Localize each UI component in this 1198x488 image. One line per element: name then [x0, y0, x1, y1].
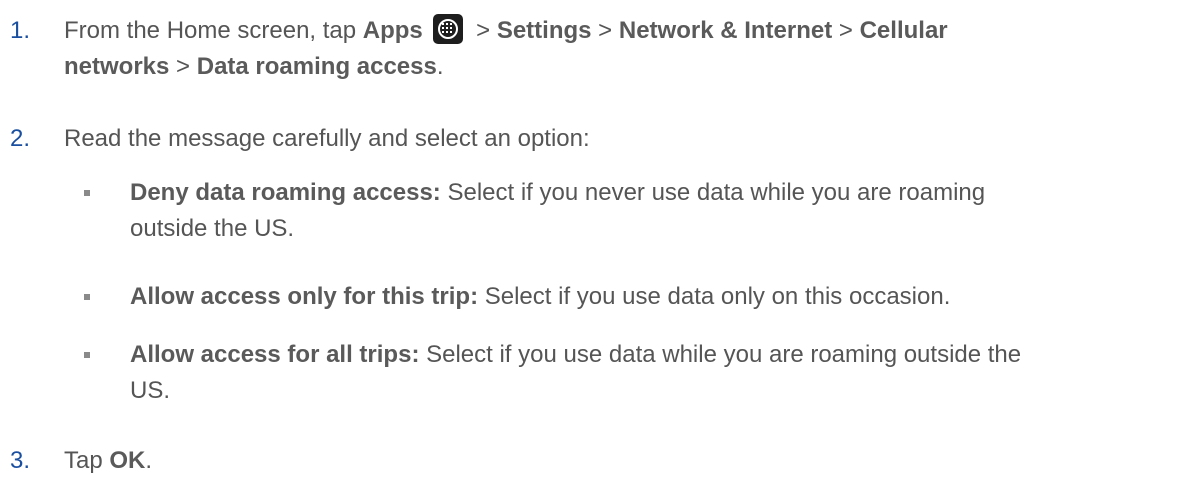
- option-label: Allow access only for this trip:: [130, 283, 479, 310]
- option-description: Select if you use data only on this occa…: [478, 283, 951, 310]
- step-number: 2.: [10, 125, 31, 152]
- cellular-label: Cellular: [859, 17, 948, 44]
- option-label: Deny data roaming access:: [130, 179, 441, 206]
- list-item: Deny data roaming access: Select if you …: [0, 176, 1198, 256]
- option-label: Allow access for all trips:: [130, 341, 420, 368]
- list-item: Allow access only for this trip: Select …: [0, 280, 1198, 320]
- option-description-continued: US.: [130, 377, 171, 404]
- option-description-continued: outside the US.: [130, 215, 295, 242]
- list-item: Allow access for all trips: Select if yo…: [0, 338, 1198, 418]
- apps-label: Apps: [362, 17, 423, 44]
- network-label: Network & Internet: [618, 17, 833, 44]
- settings-label: Settings: [496, 17, 592, 44]
- step-number: 1.: [10, 17, 31, 44]
- apps-grid-icon: [433, 14, 464, 44]
- ok-label: OK: [109, 447, 146, 474]
- bullet-icon: [84, 190, 90, 196]
- bullet-icon: [84, 352, 90, 358]
- option-description: Select if you never use data while you a…: [440, 179, 986, 206]
- step-text: Read the message carefully and select an…: [64, 125, 590, 152]
- option-description: Select if you use data while you are roa…: [419, 341, 1022, 368]
- step-number: 3.: [10, 447, 31, 474]
- instructions-document: 1. From the Home screen, tap Apps > Sett…: [0, 0, 1198, 488]
- step-text: From the Home screen, tap Apps > Setting…: [64, 14, 1164, 48]
- data-roaming-label: Data roaming access: [196, 53, 437, 80]
- step-text: Tap OK.: [64, 447, 153, 474]
- bullet-icon: [84, 294, 90, 300]
- networks-label: networks: [64, 53, 170, 80]
